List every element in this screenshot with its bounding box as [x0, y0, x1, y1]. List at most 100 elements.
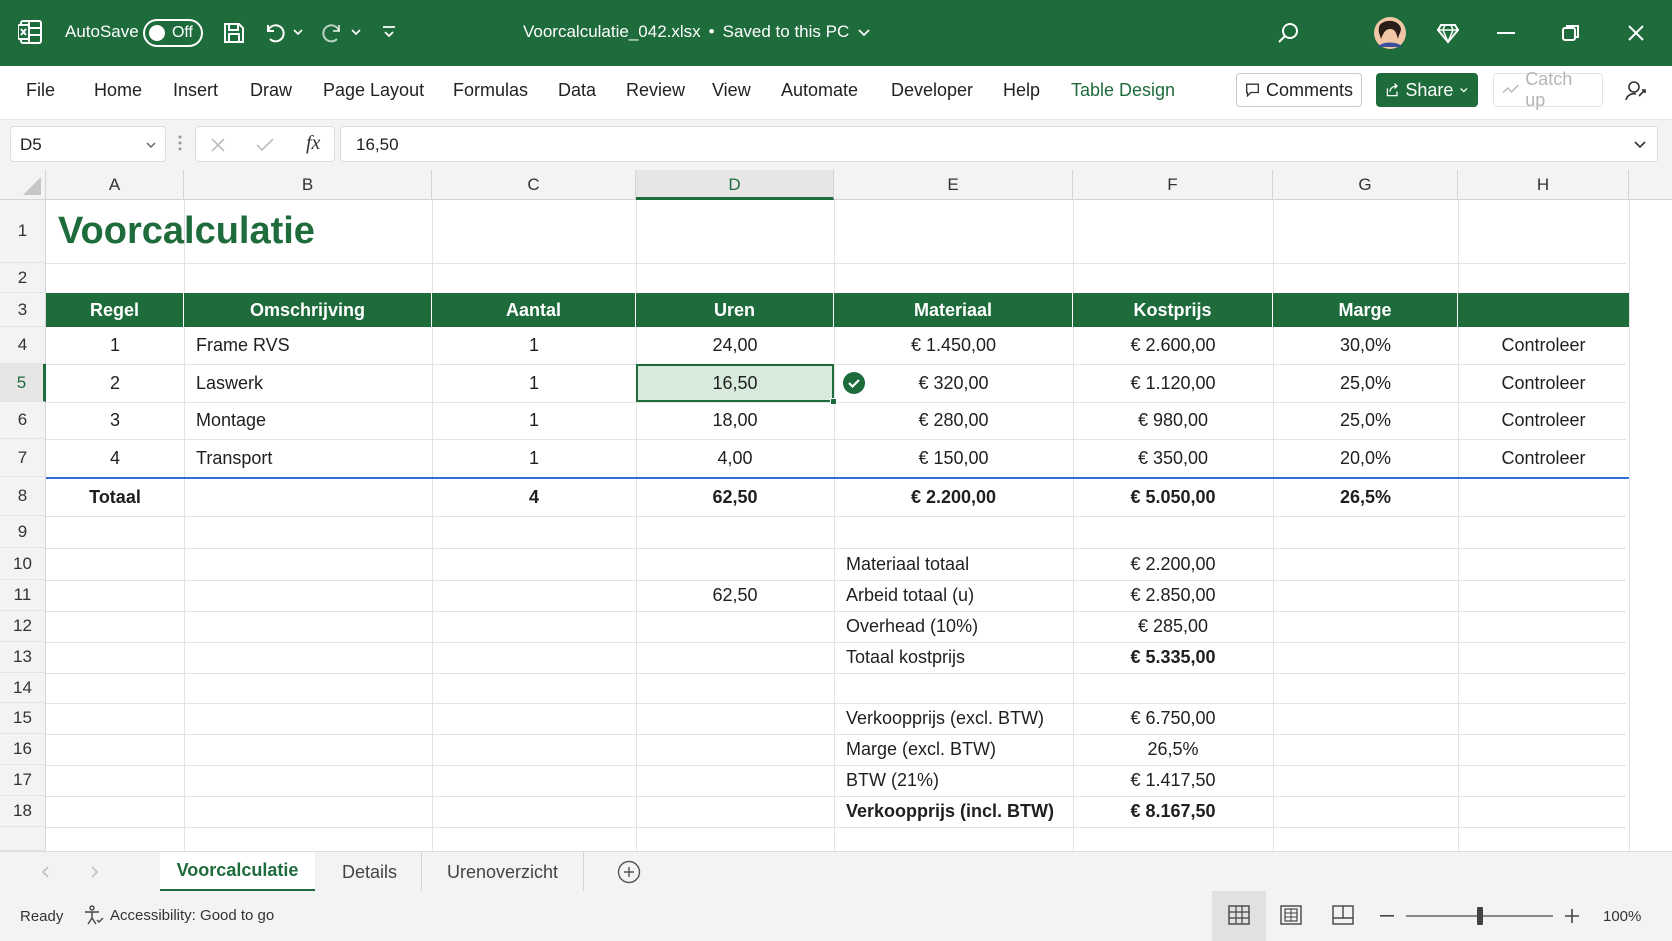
table-cell-marge[interactable]: 30,0% [1273, 327, 1458, 364]
table-cell-omschrijving[interactable]: Frame RVS [184, 327, 432, 364]
table-cell-status[interactable]: Controleer [1458, 439, 1629, 477]
table-cell-regel[interactable]: 4 [46, 439, 184, 477]
row-header-2[interactable]: 2 [0, 263, 46, 293]
row-header-13[interactable]: 13 [0, 642, 46, 673]
total-aantal[interactable]: 4 [432, 479, 636, 516]
table-cell-kostprijs[interactable]: € 2.600,00 [1073, 327, 1273, 364]
table-cell-aantal[interactable]: 1 [432, 402, 636, 439]
cell-d11[interactable]: 62,50 [636, 580, 834, 611]
page-layout-view-icon[interactable] [1280, 905, 1302, 925]
summary-value[interactable]: € 285,00 [1073, 611, 1273, 642]
table-cell-omschrijving[interactable]: Laswerk [184, 364, 432, 402]
row-header-4[interactable]: 4 [0, 327, 46, 364]
excel-logo-icon[interactable] [18, 19, 44, 45]
column-header-a[interactable]: A [46, 170, 184, 200]
comments-button[interactable]: Comments [1236, 73, 1362, 107]
column-header-c[interactable]: C [432, 170, 636, 200]
row-header-1[interactable]: 1 [0, 200, 46, 263]
undo-dropdown-icon[interactable] [292, 26, 304, 38]
column-header-d[interactable]: D [636, 170, 834, 200]
avatar[interactable] [1374, 17, 1406, 49]
table-cell-regel[interactable]: 1 [46, 327, 184, 364]
row-header-15[interactable]: 15 [0, 703, 46, 734]
total-label[interactable]: Totaal [46, 479, 184, 516]
summary-label[interactable]: BTW (21%) [834, 765, 1073, 796]
restore-icon[interactable] [1562, 24, 1580, 42]
formula-input[interactable]: 16,50 [340, 126, 1658, 162]
row-header-14[interactable]: 14 [0, 673, 46, 703]
row-header-16[interactable]: 16 [0, 734, 46, 765]
table-cell-status[interactable]: Controleer [1458, 327, 1629, 364]
summary-value[interactable]: € 2.850,00 [1073, 580, 1273, 611]
summary-value[interactable]: € 5.335,00 [1073, 642, 1273, 673]
row-header-3[interactable]: 3 [0, 293, 46, 327]
tab-page-layout[interactable]: Page Layout [323, 80, 424, 101]
table-cell-marge[interactable]: 25,0% [1273, 364, 1458, 402]
table-cell-regel[interactable]: 2 [46, 364, 184, 402]
table-cell-kostprijs[interactable]: € 350,00 [1073, 439, 1273, 477]
table-cell-status[interactable]: Controleer [1458, 402, 1629, 439]
table-cell-kostprijs[interactable]: € 980,00 [1073, 402, 1273, 439]
page-break-preview-icon[interactable] [1332, 905, 1354, 925]
tab-review[interactable]: Review [626, 80, 685, 101]
name-box[interactable]: D5 [10, 126, 166, 162]
zoom-level[interactable]: 100% [1603, 908, 1641, 925]
header-omschrijving[interactable]: Omschrijving [184, 293, 432, 327]
table-cell-materiaal[interactable]: € 150,00 [834, 439, 1073, 477]
column-header-f[interactable]: F [1073, 170, 1273, 200]
sheet-tab-urenoverzicht[interactable]: Urenoverzicht [422, 852, 584, 892]
tab-draw[interactable]: Draw [250, 80, 292, 101]
summary-label[interactable]: Marge (excl. BTW) [834, 734, 1073, 765]
redo-icon[interactable] [320, 21, 344, 45]
row-header-10[interactable]: 10 [0, 548, 46, 580]
cancel-icon[interactable] [210, 137, 226, 153]
table-cell-status[interactable]: Controleer [1458, 364, 1629, 402]
column-header-e[interactable]: E [834, 170, 1073, 200]
undo-icon[interactable] [263, 21, 287, 45]
chevron-left-icon[interactable] [40, 865, 52, 879]
normal-view-button[interactable] [1212, 891, 1266, 941]
tab-table-design[interactable]: Table Design [1071, 80, 1175, 101]
header-aantal[interactable]: Aantal [432, 293, 636, 327]
summary-value[interactable]: € 2.200,00 [1073, 548, 1273, 580]
share-button[interactable]: Share [1376, 73, 1478, 107]
header-kostprijs[interactable]: Kostprijs [1073, 293, 1273, 327]
select-all-corner[interactable] [0, 170, 46, 200]
autosave-toggle[interactable]: Off [143, 19, 203, 47]
tab-view[interactable]: View [712, 80, 751, 101]
table-cell-materiaal[interactable]: € 1.450,00 [834, 327, 1073, 364]
tab-formulas[interactable]: Formulas [453, 80, 528, 101]
column-header-b[interactable]: B [184, 170, 432, 200]
zoom-slider-thumb[interactable] [1477, 907, 1483, 925]
copilot-person-icon[interactable] [1624, 79, 1648, 103]
table-cell-omschrijving[interactable]: Montage [184, 402, 432, 439]
premium-diamond-icon[interactable] [1436, 21, 1460, 45]
table-cell-marge[interactable]: 25,0% [1273, 402, 1458, 439]
search-icon[interactable] [1276, 21, 1300, 45]
header-marge[interactable]: Marge [1273, 293, 1458, 327]
table-cell-aantal[interactable]: 1 [432, 439, 636, 477]
row-header-8[interactable]: 8 [0, 477, 46, 516]
summary-label[interactable]: Verkoopprijs (incl. BTW) [834, 796, 1073, 827]
table-cell-marge[interactable]: 20,0% [1273, 439, 1458, 477]
summary-value[interactable]: € 1.417,50 [1073, 765, 1273, 796]
add-sheet-icon[interactable] [617, 860, 641, 884]
table-cell-kostprijs[interactable]: € 1.120,00 [1073, 364, 1273, 402]
row-header-18[interactable]: 18 [0, 796, 46, 827]
tab-file[interactable]: File [26, 80, 55, 101]
table-cell-regel[interactable]: 3 [46, 402, 184, 439]
row-header-7[interactable]: 7 [0, 439, 46, 477]
chevron-right-icon[interactable] [88, 865, 100, 879]
total-uren[interactable]: 62,50 [636, 479, 834, 516]
accessibility-checker[interactable]: Accessibility: Good to go [84, 905, 274, 925]
summary-value[interactable]: € 6.750,00 [1073, 703, 1273, 734]
tab-data[interactable]: Data [558, 80, 596, 101]
table-cell-uren[interactable]: 18,00 [636, 402, 834, 439]
column-header-g[interactable]: G [1273, 170, 1458, 200]
zoom-in-icon[interactable] [1565, 909, 1579, 923]
sheet-title[interactable]: Voorcalculatie [58, 200, 315, 263]
row-header-5[interactable]: 5 [0, 364, 46, 402]
tab-developer[interactable]: Developer [891, 80, 973, 101]
table-cell-aantal[interactable]: 1 [432, 364, 636, 402]
row-header-6[interactable]: 6 [0, 402, 46, 439]
